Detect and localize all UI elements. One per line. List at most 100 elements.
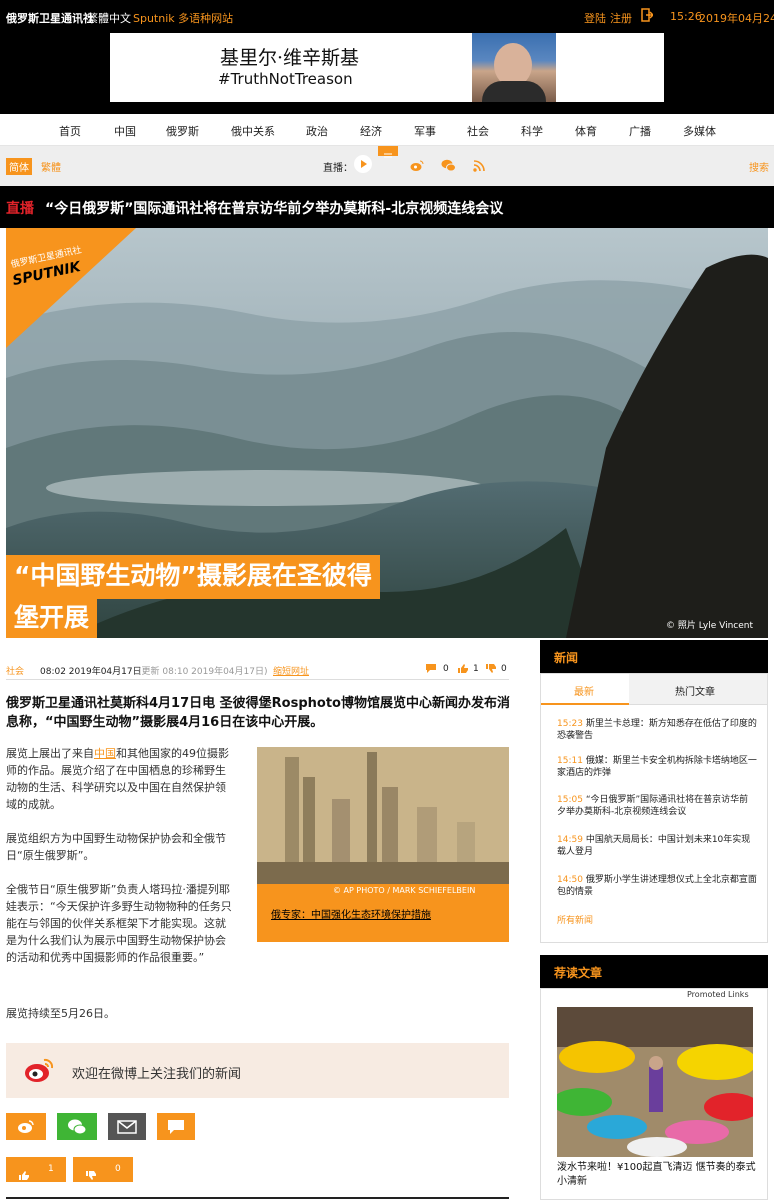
news-item[interactable]: 14:59 中国航天局局长：中国计划未来10年实现载人登月 xyxy=(557,834,757,858)
comment-icon[interactable] xyxy=(426,664,436,676)
news-item-text: 俄罗斯小学生讲述理想仪式上全北京都宣面包的情景 xyxy=(557,875,757,897)
news-item-time: 14:50 xyxy=(557,875,583,885)
news-item-time: 15:11 xyxy=(557,756,583,766)
news-item-text: 斯里兰卡总理：斯方知悉存在低估了印度的恐袭警告 xyxy=(557,719,757,741)
main-nav: 首页 中国 俄罗斯 俄中关系 政治 经济 军事 社会 科学 体育 广播 多媒体 xyxy=(0,114,774,146)
news-item-text: 俄媒：斯里兰卡安全机构拆除卡塔纳地区一家酒店的炸弹 xyxy=(557,756,757,778)
share-weibo-button[interactable] xyxy=(6,1113,46,1140)
share-email-button[interactable] xyxy=(108,1113,146,1140)
rss-icon[interactable] xyxy=(473,157,485,176)
site-name-link[interactable]: 俄罗斯卫星通讯社 xyxy=(6,10,94,26)
promo-caption-link[interactable]: 泼水节来啦！¥100起直飞清迈 惬节奏的泰式小清新 xyxy=(557,1161,757,1189)
nav-military[interactable]: 军事 xyxy=(414,123,436,139)
nav-china[interactable]: 中国 xyxy=(114,123,136,139)
tab-latest-label: 最新 xyxy=(574,687,594,698)
wechat-icon[interactable] xyxy=(441,157,456,176)
inset-credit: © AP PHOTO / MARK SCHIEFELBEIN xyxy=(333,886,476,895)
article-paragraph-3: 全俄节日“原生俄罗斯”负责人塔玛拉·潘提列耶娃表示：“今天保护许多野生动物物种的… xyxy=(6,883,232,964)
nav-economy[interactable]: 经济 xyxy=(360,123,382,139)
nav-science[interactable]: 科学 xyxy=(521,123,543,139)
dislike-count: 0 xyxy=(501,664,507,674)
updated-time: (更新 08:10 2019年04月17日) xyxy=(138,667,268,677)
news-item-time: 15:05 xyxy=(557,795,583,805)
featured-panel: Promoted Links 泼水节来啦！¥100起直飞清迈 惬节奏的泰式小清新 xyxy=(540,988,768,1200)
ad-banner: 基里尔·维辛斯基 #TruthNotTreason xyxy=(0,33,774,114)
nav-multimedia[interactable]: 多媒体 xyxy=(683,123,716,139)
featured-panel-header: 荐读文章 xyxy=(540,955,768,988)
meta-divider xyxy=(6,679,509,680)
wechat-share-icon xyxy=(68,1119,87,1134)
nav-home[interactable]: 首页 xyxy=(59,123,81,139)
current-time: 15:26 xyxy=(670,10,702,23)
inset-caption-link[interactable]: 俄专家：中国强化生态环境保护措施 xyxy=(271,906,431,921)
login-link[interactable]: 登陆 xyxy=(584,10,606,26)
live-headline[interactable]: “今日俄罗斯”国际通讯社将在普京访华前夕举办莫斯科-北京视频连线会议 xyxy=(45,198,503,218)
like-icon[interactable] xyxy=(458,664,468,676)
related-article-card[interactable]: © AP PHOTO / MARK SCHIEFELBEIN 俄专家：中国强化生… xyxy=(257,747,509,942)
tab-latest[interactable]: 最新 xyxy=(541,674,629,705)
photo-credit: © 照片 Lyle Vincent xyxy=(666,621,754,631)
publish-time: 08:02 2019年04月17日 xyxy=(40,667,142,677)
weibo-follow-text: 欢迎在微博上关注我们的新闻 xyxy=(72,1067,242,1082)
category-link[interactable]: 社会 xyxy=(6,664,24,677)
multilingual-link[interactable]: Sputnik 多语种网站 xyxy=(133,10,233,26)
news-item-time: 14:59 xyxy=(557,835,583,845)
thumbs-down-icon xyxy=(86,1165,96,1184)
short-url-link[interactable]: 缩短网址 xyxy=(273,664,309,677)
article-paragraph-2: 展览组织方为中国野生动物保护协会和全俄节日“原生俄罗斯”。 xyxy=(6,832,226,862)
vote-like-count: 1 xyxy=(48,1164,54,1174)
menu-toggle-icon[interactable] xyxy=(378,146,398,158)
email-icon xyxy=(117,1119,137,1134)
news-item-text: “今日俄罗斯”国际通讯社将在普京访华前夕举办莫斯科-北京视频连线会议 xyxy=(557,795,749,817)
share-wechat-button[interactable] xyxy=(57,1113,97,1140)
smog-city-image xyxy=(257,747,509,884)
featured-panel-title: 荐读文章 xyxy=(554,966,603,980)
nav-politics[interactable]: 政治 xyxy=(306,123,328,139)
dislike-icon[interactable] xyxy=(486,664,496,676)
article-title-line2: 堡开展 xyxy=(6,599,98,638)
traditional-toggle[interactable]: 繁體 xyxy=(41,159,61,174)
traditional-chinese-link[interactable]: 繁體中文 xyxy=(87,10,131,26)
news-item[interactable]: 15:11 俄媒：斯里兰卡安全机构拆除卡塔纳地区一家酒店的炸弹 xyxy=(557,755,757,779)
live-ticker[interactable]: 直播 “今日俄罗斯”国际通讯社将在普京访华前夕举办莫斯科-北京视频连线会议 xyxy=(0,186,774,228)
register-link[interactable]: 注册 xyxy=(610,10,632,26)
promoted-links-label: Promoted Links xyxy=(687,990,749,999)
current-date: 2019年04月24日 xyxy=(699,12,774,25)
p1-text-a: 展览上展出了来自 xyxy=(6,747,94,760)
weibo-share-icon xyxy=(18,1120,34,1133)
simplified-toggle[interactable]: 简体 xyxy=(6,158,32,175)
china-inline-link[interactable]: 中国 xyxy=(94,747,116,760)
news-item[interactable]: 15:05 “今日俄罗斯”国际通讯社将在普京访华前夕举办莫斯科-北京视频连线会议 xyxy=(557,794,757,818)
nav-russia-china[interactable]: 俄中关系 xyxy=(231,123,275,139)
article-paragraph-4: 展览持续至5月26日。 xyxy=(6,1007,115,1020)
like-count: 1 xyxy=(473,664,479,674)
comment-count: 0 xyxy=(443,664,449,674)
nav-society[interactable]: 社会 xyxy=(467,123,489,139)
nav-sports[interactable]: 体育 xyxy=(575,123,597,139)
logout-icon[interactable] xyxy=(641,8,655,25)
tab-hot[interactable]: 热门文章 xyxy=(629,674,767,705)
live-label: 直播： xyxy=(323,163,353,174)
nav-radio[interactable]: 广播 xyxy=(629,123,651,139)
news-item-time: 15:23 xyxy=(557,719,583,729)
article-lead: 俄罗斯卫星通讯社莫斯科4月17日电 圣彼得堡Rosphoto博物馆展览中心新闻办… xyxy=(6,696,510,730)
banner-hashtag: #TruthNotTreason xyxy=(218,70,353,88)
play-icon[interactable] xyxy=(354,155,372,173)
vote-dislike-button[interactable]: 0 xyxy=(73,1157,133,1182)
weibo-follow-box[interactable]: 欢迎在微博上关注我们的新闻 xyxy=(6,1043,509,1098)
news-item[interactable]: 14:50 俄罗斯小学生讲述理想仪式上全北京都宣面包的情景 xyxy=(557,874,757,898)
article-paragraph-1: 展览上展出了来自中国和其他国家的49位摄影师的作品。展览介绍了在中国栖息的珍稀野… xyxy=(6,745,232,813)
umbrellas-promo-image[interactable] xyxy=(557,1007,753,1157)
news-panel: 最新 热门文章 15:23 斯里兰卡总理：斯方知悉存在低估了印度的恐袭警告 15… xyxy=(540,673,768,943)
all-news-link[interactable]: 所有新闻 xyxy=(557,913,593,926)
vote-like-button[interactable]: 1 xyxy=(6,1157,66,1182)
comment-button[interactable] xyxy=(157,1113,195,1140)
vote-dislike-count: 0 xyxy=(115,1164,121,1174)
sub-bar: 简体 繁體 直播： 搜索 xyxy=(0,146,774,186)
hero-image[interactable]: 俄罗斯卫星通讯社 SPUTNIK “中国野生动物”摄影展在圣彼得 堡开展 © 照… xyxy=(6,228,768,638)
search-link[interactable]: 搜索 xyxy=(749,159,769,174)
weibo-icon[interactable] xyxy=(410,157,424,176)
banner-ad[interactable]: 基里尔·维辛斯基 #TruthNotTreason xyxy=(110,33,664,102)
nav-russia[interactable]: 俄罗斯 xyxy=(166,123,199,139)
news-item[interactable]: 15:23 斯里兰卡总理：斯方知悉存在低估了印度的恐袭警告 xyxy=(557,718,757,742)
